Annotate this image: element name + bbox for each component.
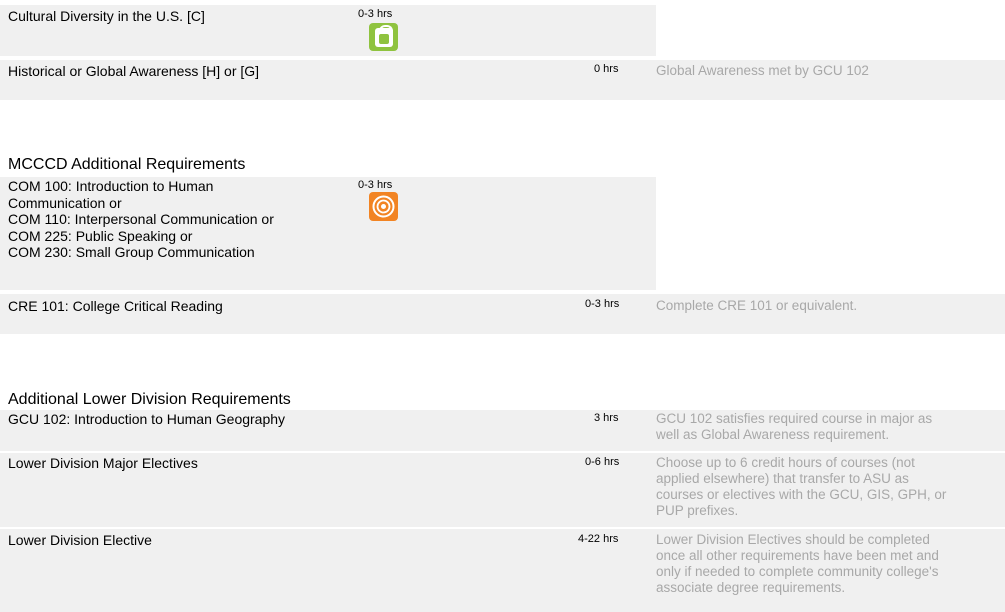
requirement-row-gcu102: GCU 102: Introduction to Human Geography… [0,410,1005,451]
com-line: COM 230: Small Group Communication [8,244,255,260]
requirement-name: CRE 101: College Critical Reading [8,298,223,314]
requirement-hours: 4-22 hrs [578,533,619,545]
target-icon [372,195,395,218]
requirement-hours: 3 hrs [594,412,619,424]
requirement-hours: 0-3 hrs [358,179,393,191]
note-line: well as Global Awareness requirement. [656,427,890,442]
requirement-row-cultural-diversity: Cultural Diversity in the U.S. [C] 0-3 h… [0,5,656,56]
com-line: COM 110: Interpersonal Communication or [8,211,274,227]
note-line: Lower Division Electives should be compl… [656,532,930,547]
section-title-additional: Additional Lower Division Requirements [8,391,291,408]
note-line: GCU 102 satisfies required course in maj… [656,411,933,426]
requirement-name: Cultural Diversity in the U.S. [C] [8,8,205,24]
com-line: COM 225: Public Speaking or [8,227,193,244]
requirement-row-com: COM 100: Introduction to Human Communica… [0,177,656,290]
requirement-note: Choose up to 6 credit hours of courses (… [656,455,1001,519]
cultural-diversity-icon[interactable] [369,23,398,51]
note-line: Choose up to 6 credit hours of courses (… [656,455,915,470]
note-line: courses or electives with the GCU, GIS, … [656,487,947,502]
requirement-name: GCU 102: Introduction to Human Geography [8,411,286,427]
requirement-name: Lower Division Major Electives [8,455,198,471]
requirement-hours: 0-6 hrs [585,456,620,468]
note-line: associate degree requirements. [656,580,846,595]
com-line: Communication or [8,194,122,211]
requirement-name: Historical or Global Awareness [H] or [G… [8,63,260,79]
note-line: once all other requirements have been me… [656,548,939,563]
requirement-hours: 0-3 hrs [585,298,620,310]
requirement-note: Global Awareness met by GCU 102 [656,63,869,78]
requirement-hours: 0 hrs [594,63,619,75]
requirement-name: Lower Division Elective [8,532,152,548]
requirement-note: GCU 102 satisfies required course in maj… [656,411,1001,443]
requirement-row-lower-elective: Lower Division Elective 4-22 hrs Lower D… [0,529,1005,612]
note-line: only if needed to complete community col… [656,564,939,579]
note-line: PUP prefixes. [656,503,739,518]
requirement-note: Lower Division Electives should be compl… [656,532,1001,596]
requirement-hours: 0-3 hrs [358,8,393,20]
note-line: applied elsewhere) that transfer to ASU … [656,471,909,486]
requirement-note: Complete CRE 101 or equivalent. [656,298,858,313]
section-title-mcccd: MCCCD Additional Requirements [8,156,246,173]
com-line: COM 100: Introduction to Human [8,178,214,194]
communication-icon[interactable] [369,192,398,221]
com-course-list: COM 100: Introduction to Human Communica… [8,178,274,261]
requirement-row-major-electives: Lower Division Major Electives 0-6 hrs C… [0,453,1005,527]
